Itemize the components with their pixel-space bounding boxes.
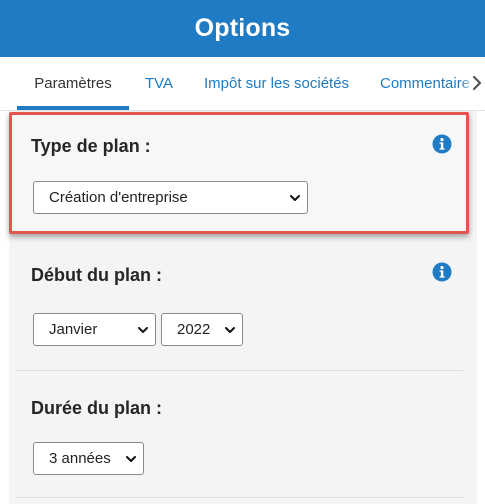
header-bar: Options <box>0 0 485 57</box>
plan-start-month-value: Janvier <box>49 321 98 338</box>
plan-duration-select[interactable]: 3 années <box>33 442 144 475</box>
chevron-down-icon <box>225 327 235 333</box>
plan-start-label: Début du plan : <box>31 265 162 285</box>
page-title: Options <box>194 14 291 42</box>
tab-commentaire[interactable]: Commentaire <box>380 57 470 110</box>
plan-duration-value: 3 années <box>49 450 111 467</box>
plan-start-year-value: 2022 <box>177 321 211 338</box>
tab-label: TVA <box>145 75 174 92</box>
tab-parametres[interactable]: Paramètres <box>17 57 129 110</box>
tab-impot-societes[interactable]: Impôt sur les sociétés <box>204 57 349 110</box>
plan-start-year-select[interactable]: 2022 <box>161 313 243 346</box>
tab-tva[interactable]: TVA <box>145 57 173 110</box>
chevron-down-icon <box>138 327 148 333</box>
tab-bar: Paramètres TVA Impôt sur les sociétés Co… <box>0 57 485 111</box>
plan-start-section <box>9 238 464 370</box>
plan-duration-section <box>9 371 464 496</box>
info-icon[interactable] <box>432 262 452 282</box>
tab-label: Impôt sur les sociétés <box>204 75 350 92</box>
tab-label: Commentaire <box>380 75 471 92</box>
plan-start-month-select[interactable]: Janvier <box>33 313 156 346</box>
highlight-box <box>9 112 469 234</box>
chevron-right-icon <box>472 75 482 91</box>
tab-label: Paramètres <box>34 75 112 92</box>
chevron-down-icon <box>126 456 136 462</box>
plan-duration-label: Durée du plan : <box>31 398 163 418</box>
section-divider <box>16 497 463 498</box>
active-tab-indicator <box>17 106 129 110</box>
tab-scroll-right-button[interactable] <box>469 72 485 94</box>
